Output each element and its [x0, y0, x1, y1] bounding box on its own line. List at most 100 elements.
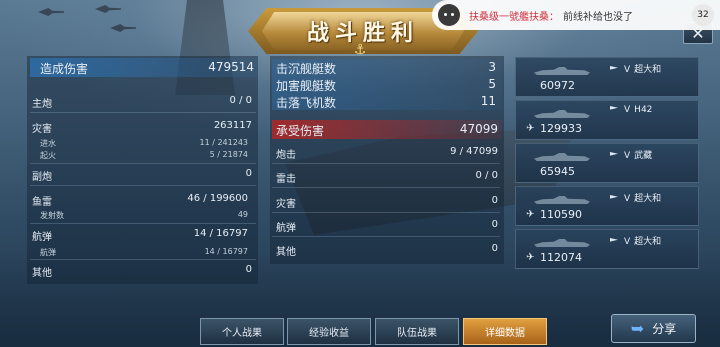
- ship-silhouette-icon: [534, 153, 590, 161]
- flag-icon: [610, 66, 618, 70]
- aviation-label: 航弹: [32, 232, 52, 243]
- flag-icon: [610, 106, 618, 110]
- row-divider: [272, 236, 500, 237]
- other-taken-value: 0: [491, 243, 498, 254]
- shell-value: 9 / 47099: [450, 146, 498, 157]
- ship-rank: V: [624, 194, 631, 204]
- aviation-sub-value: 14 / 16797: [204, 247, 248, 256]
- ship-rank: V: [624, 151, 631, 161]
- ship-silhouette-icon: [534, 110, 590, 118]
- fleet-ship-card[interactable]: V 超大和 ✈ 110590: [515, 186, 699, 226]
- damage-value: 479514: [208, 60, 254, 74]
- share-label: 分享: [652, 322, 677, 336]
- ship-name: 武藏: [634, 151, 653, 161]
- row-divider: [272, 163, 500, 164]
- other-label: 其他: [32, 268, 52, 279]
- damage-label: 造成伤害: [40, 62, 89, 76]
- plane-icon: ✈: [526, 209, 535, 220]
- bomb-taken-value: 0: [491, 219, 498, 230]
- flag-icon: [610, 152, 618, 156]
- ship-name: 超大和: [634, 237, 662, 247]
- ship-tag: V 超大和: [610, 62, 661, 75]
- torpedo-hit-value: 0 / 0: [475, 170, 498, 181]
- tab-detailed-data[interactable]: 详细数据: [463, 318, 547, 345]
- disaster-taken-label: 灾害: [276, 199, 296, 210]
- flag-icon: [610, 238, 618, 242]
- tab-team-results[interactable]: 队伍战果: [375, 318, 459, 345]
- planes-shot-label: 击落飞机数: [276, 96, 337, 110]
- ship-tag: V 武藏: [610, 148, 652, 161]
- ship-silhouette-icon: [534, 196, 590, 204]
- disaster-label: 灾害: [32, 124, 52, 135]
- fleet-ship-card[interactable]: V H42 ✈ 129933: [515, 100, 699, 140]
- fleet-ship-card[interactable]: V 武藏 65945: [515, 143, 699, 183]
- secondary-gun-label: 副炮: [32, 172, 52, 183]
- flag-icon: [610, 195, 618, 199]
- ship-damage-value: 65945: [540, 165, 575, 178]
- row-divider: [30, 259, 256, 260]
- plane-icon: ✈: [526, 123, 535, 134]
- ship-tag: V 超大和: [610, 234, 661, 247]
- launch-count-label: 发射数: [40, 211, 64, 220]
- notification-sender: 扶桑级一號艦扶桑: [469, 11, 549, 23]
- share-button[interactable]: ➥ 分享: [611, 314, 696, 343]
- ship-name: 超大和: [634, 194, 662, 204]
- row-divider: [30, 185, 256, 186]
- notification-count: 32: [692, 4, 714, 26]
- ship-name: H42: [634, 105, 653, 115]
- flood-value: 11 / 241243: [199, 138, 249, 147]
- row-divider: [30, 163, 256, 164]
- damaged-ships-label: 加害舰艇数: [276, 79, 337, 93]
- row-divider: [272, 212, 500, 213]
- tab-personal-results[interactable]: 个人战果: [200, 318, 284, 345]
- aviation-value: 14 / 16797: [193, 228, 248, 239]
- torpedo-value: 46 / 199600: [187, 193, 248, 204]
- chat-notification[interactable]: 扶桑级一號艦扶桑： 前线补给也没了 32: [432, 0, 720, 30]
- fire-label: 起火: [40, 151, 56, 160]
- share-arrow-icon: ➥: [630, 319, 645, 338]
- row-divider: [30, 223, 256, 224]
- ship-damage-value: 129933: [540, 122, 582, 135]
- ship-tag: V 超大和: [610, 191, 661, 204]
- ship-rank: V: [624, 237, 631, 247]
- ship-damage-value: 110590: [540, 208, 582, 221]
- ship-silhouette-icon: [534, 239, 590, 247]
- torpedo-label: 鱼雷: [32, 197, 52, 208]
- ship-name: 超大和: [634, 65, 662, 75]
- main-gun-value: 0 / 0: [229, 95, 252, 106]
- received-damage-value: 47099: [459, 122, 498, 136]
- sunk-label: 击沉舰艇数: [276, 62, 337, 76]
- plane-icon: ✈: [526, 252, 535, 263]
- ship-damage-value: 60972: [540, 79, 575, 92]
- ship-rank: V: [624, 105, 631, 115]
- fire-value: 5 / 21874: [209, 150, 248, 159]
- bot-avatar-icon: [438, 4, 460, 26]
- tab-experience-gain[interactable]: 经验收益: [287, 318, 371, 345]
- row-divider: [272, 187, 500, 188]
- aviation-sub-label: 航弹: [40, 248, 56, 257]
- planes-shot-value: 11: [480, 94, 496, 108]
- notification-message: 前线补给也没了: [563, 11, 633, 23]
- bomb-taken-label: 航弹: [276, 223, 296, 234]
- disaster-value: 263117: [213, 120, 252, 131]
- torpedo-hit-label: 雷击: [276, 174, 296, 185]
- shell-label: 炮击: [276, 150, 296, 161]
- received-damage-label: 承受伤害: [276, 124, 325, 138]
- sunk-value: 3: [488, 60, 496, 74]
- row-divider: [30, 112, 256, 113]
- launch-count-value: 49: [237, 210, 248, 219]
- disaster-taken-value: 0: [491, 195, 498, 206]
- main-gun-label: 主炮: [32, 99, 52, 110]
- ship-silhouette-icon: [534, 67, 590, 75]
- secondary-gun-value: 0: [245, 168, 252, 179]
- other-value: 0: [245, 264, 252, 275]
- ship-damage-value: 112074: [540, 251, 582, 264]
- fleet-ship-card[interactable]: V 超大和 ✈ 112074: [515, 229, 699, 269]
- ship-rank: V: [624, 65, 631, 75]
- fleet-ship-card[interactable]: V 超大和 60972: [515, 57, 699, 97]
- damaged-ships-value: 5: [488, 77, 496, 91]
- ship-tag: V H42: [610, 105, 652, 115]
- other-taken-label: 其他: [276, 247, 296, 258]
- flood-label: 进水: [40, 139, 56, 148]
- notification-colon: ：: [549, 11, 559, 23]
